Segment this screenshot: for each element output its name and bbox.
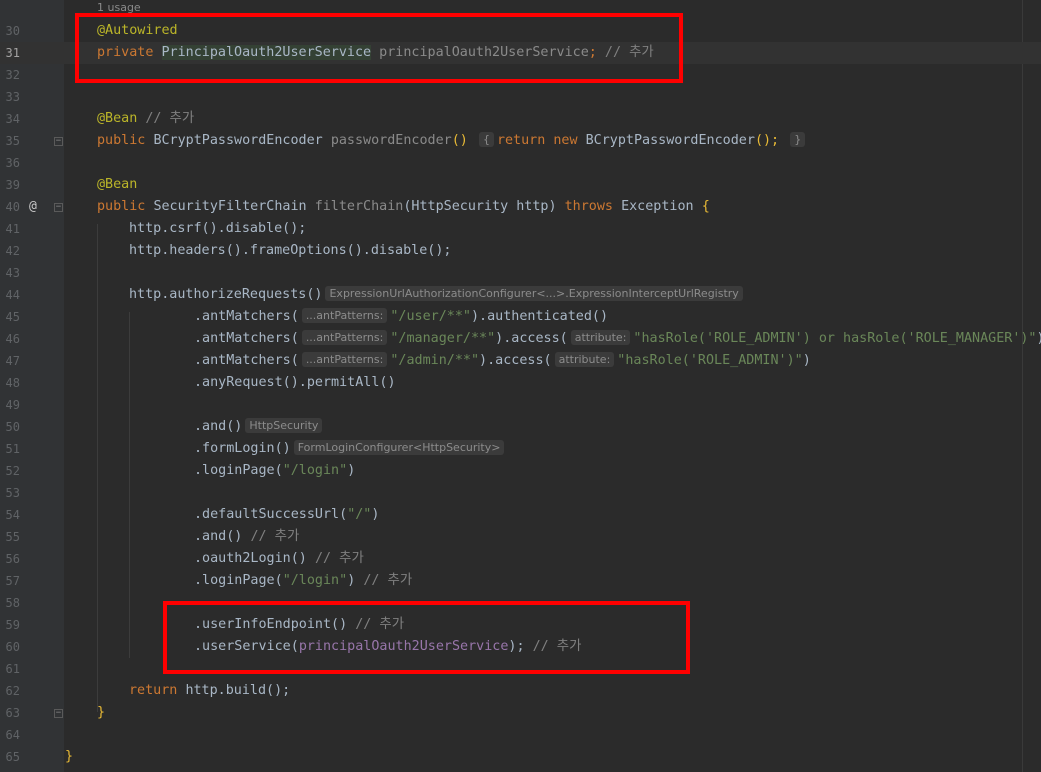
param-hint: ...antPatterns: <box>301 352 388 367</box>
fold-icon[interactable]: − <box>54 137 63 146</box>
param-hint: ...antPatterns: <box>301 330 388 345</box>
code-line-54[interactable]: 54 .defaultSuccessUrl("/") <box>0 504 1041 526</box>
fold-icon[interactable]: − <box>54 203 63 212</box>
filter-chain-signature: public SecurityFilterChain filterChain(H… <box>97 199 710 214</box>
code-line-33[interactable]: 33 <box>0 86 1041 108</box>
type-hint: HttpSecurity <box>245 418 323 433</box>
bean-gutter-icon[interactable]: @ <box>29 196 37 218</box>
type-hint: ExpressionUrlAuthorizationConfigurer<...… <box>325 286 743 301</box>
code-line-64[interactable]: 64 <box>0 724 1041 746</box>
code-line-57[interactable]: 57 .loginPage("/login") // 추가 <box>0 570 1041 592</box>
code-line-39[interactable]: 39 @Bean <box>0 174 1041 196</box>
code-line-51[interactable]: 51 .formLogin() FormLoginConfigurer<HttpS… <box>0 438 1041 460</box>
code-line-52[interactable]: 52 .loginPage("/login") <box>0 460 1041 482</box>
param-hint: ...antPatterns: <box>301 308 388 323</box>
code-line-62[interactable]: 62 return http.build(); <box>0 680 1041 702</box>
line-number: 31 <box>5 46 20 60</box>
code-line-56[interactable]: 56 .oauth2Login() // 추가 <box>0 548 1041 570</box>
highlight-box-userservice <box>163 601 690 674</box>
line-number: 30 <box>5 24 20 38</box>
fold-icon[interactable]: − <box>54 709 63 718</box>
code-line-48[interactable]: 48 .anyRequest().permitAll() <box>0 372 1041 394</box>
code-line-49[interactable]: 49 <box>0 394 1041 416</box>
code-line-42[interactable]: 42 http.headers().frameOptions().disable… <box>0 240 1041 262</box>
code-line-40[interactable]: 40 @ − public SecurityFilterChain filter… <box>0 196 1041 218</box>
code-line-35[interactable]: 35 − public BCryptPasswordEncoder passwo… <box>0 130 1041 152</box>
folded-region[interactable]: { <box>478 132 494 147</box>
password-encoder-method: public BCryptPasswordEncoder passwordEnc… <box>97 130 808 152</box>
param-hint: attribute: <box>554 352 615 367</box>
highlight-box-autowired <box>75 13 683 83</box>
param-hint: attribute: <box>570 330 631 345</box>
code-line-65[interactable]: 65 } <box>0 746 1041 768</box>
code-line-53[interactable]: 53 <box>0 482 1041 504</box>
code-line-46[interactable]: 46 .antMatchers(...antPatterns: "/manager… <box>0 328 1041 350</box>
code-line-44[interactable]: 44 http.authorizeRequests() ExpressionUrl… <box>0 284 1041 306</box>
folded-region-end[interactable]: } <box>790 132 806 147</box>
code-line-63[interactable]: 63 − } <box>0 702 1041 724</box>
code-line-47[interactable]: 47 .antMatchers(...antPatterns: "/admin/*… <box>0 350 1041 372</box>
code-line-50[interactable]: 50 .and() HttpSecurity <box>0 416 1041 438</box>
code-line-55[interactable]: 55 .and() // 추가 <box>0 526 1041 548</box>
type-hint: FormLoginConfigurer<HttpSecurity> <box>293 440 505 455</box>
code-line-41[interactable]: 41 http.csrf().disable(); <box>0 218 1041 240</box>
code-line-34[interactable]: 34 @Bean // 추가 <box>0 108 1041 130</box>
code-line-43[interactable]: 43 <box>0 262 1041 284</box>
code-line-45[interactable]: 45 .antMatchers(...antPatterns: "/user/**… <box>0 306 1041 328</box>
code-line-36[interactable]: 36 <box>0 152 1041 174</box>
